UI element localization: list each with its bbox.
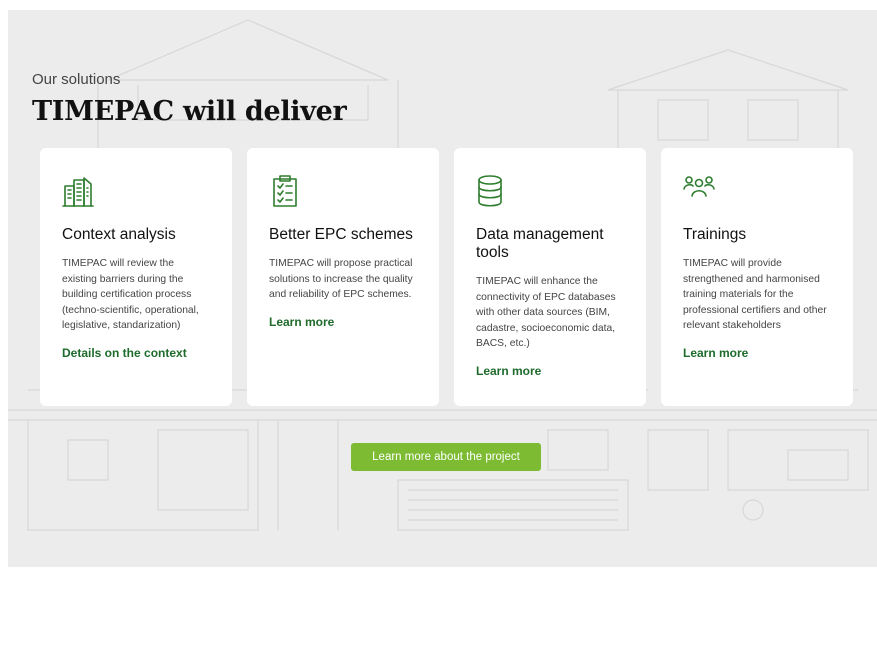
card-trainings: Trainings TIMEPAC will provide strengthe… <box>661 148 853 406</box>
section-eyebrow: Our solutions <box>32 71 121 88</box>
card-better-epc-schemes: Better EPC schemes TIMEPAC will propose … <box>247 148 439 406</box>
card-data-management-tools: Data management tools TIMEPAC will enhan… <box>454 148 646 406</box>
card-body: TIMEPAC will enhance the connectivity of… <box>476 276 616 349</box>
card-title: Trainings <box>683 226 747 243</box>
learn-more-link[interactable]: Learn more <box>269 315 417 329</box>
solutions-section: Our solutions TIMEPAC will deliver Conte… <box>8 10 877 567</box>
building-icon <box>62 177 94 207</box>
details-on-the-context-link[interactable]: Details on the context <box>62 346 210 360</box>
learn-more-link[interactable]: Learn more <box>683 346 831 360</box>
card-body: TIMEPAC will propose practical solutions… <box>269 258 413 300</box>
people-group-icon <box>683 176 715 197</box>
clipboard-checklist-icon <box>273 175 297 207</box>
card-body: TIMEPAC will provide strengthened and ha… <box>683 258 827 331</box>
card-title: Context analysis <box>62 226 176 243</box>
card-title: Data management tools <box>476 226 604 261</box>
card-body: TIMEPAC will review the existing barrier… <box>62 258 199 331</box>
learn-more-link[interactable]: Learn more <box>476 364 624 378</box>
section-headline: TIMEPAC will deliver <box>32 96 347 127</box>
database-icon <box>478 175 502 207</box>
learn-more-about-project-button[interactable]: Learn more about the project <box>351 443 541 471</box>
card-context-analysis: Context analysis TIMEPAC will review the… <box>40 148 232 406</box>
card-title: Better EPC schemes <box>269 226 413 243</box>
